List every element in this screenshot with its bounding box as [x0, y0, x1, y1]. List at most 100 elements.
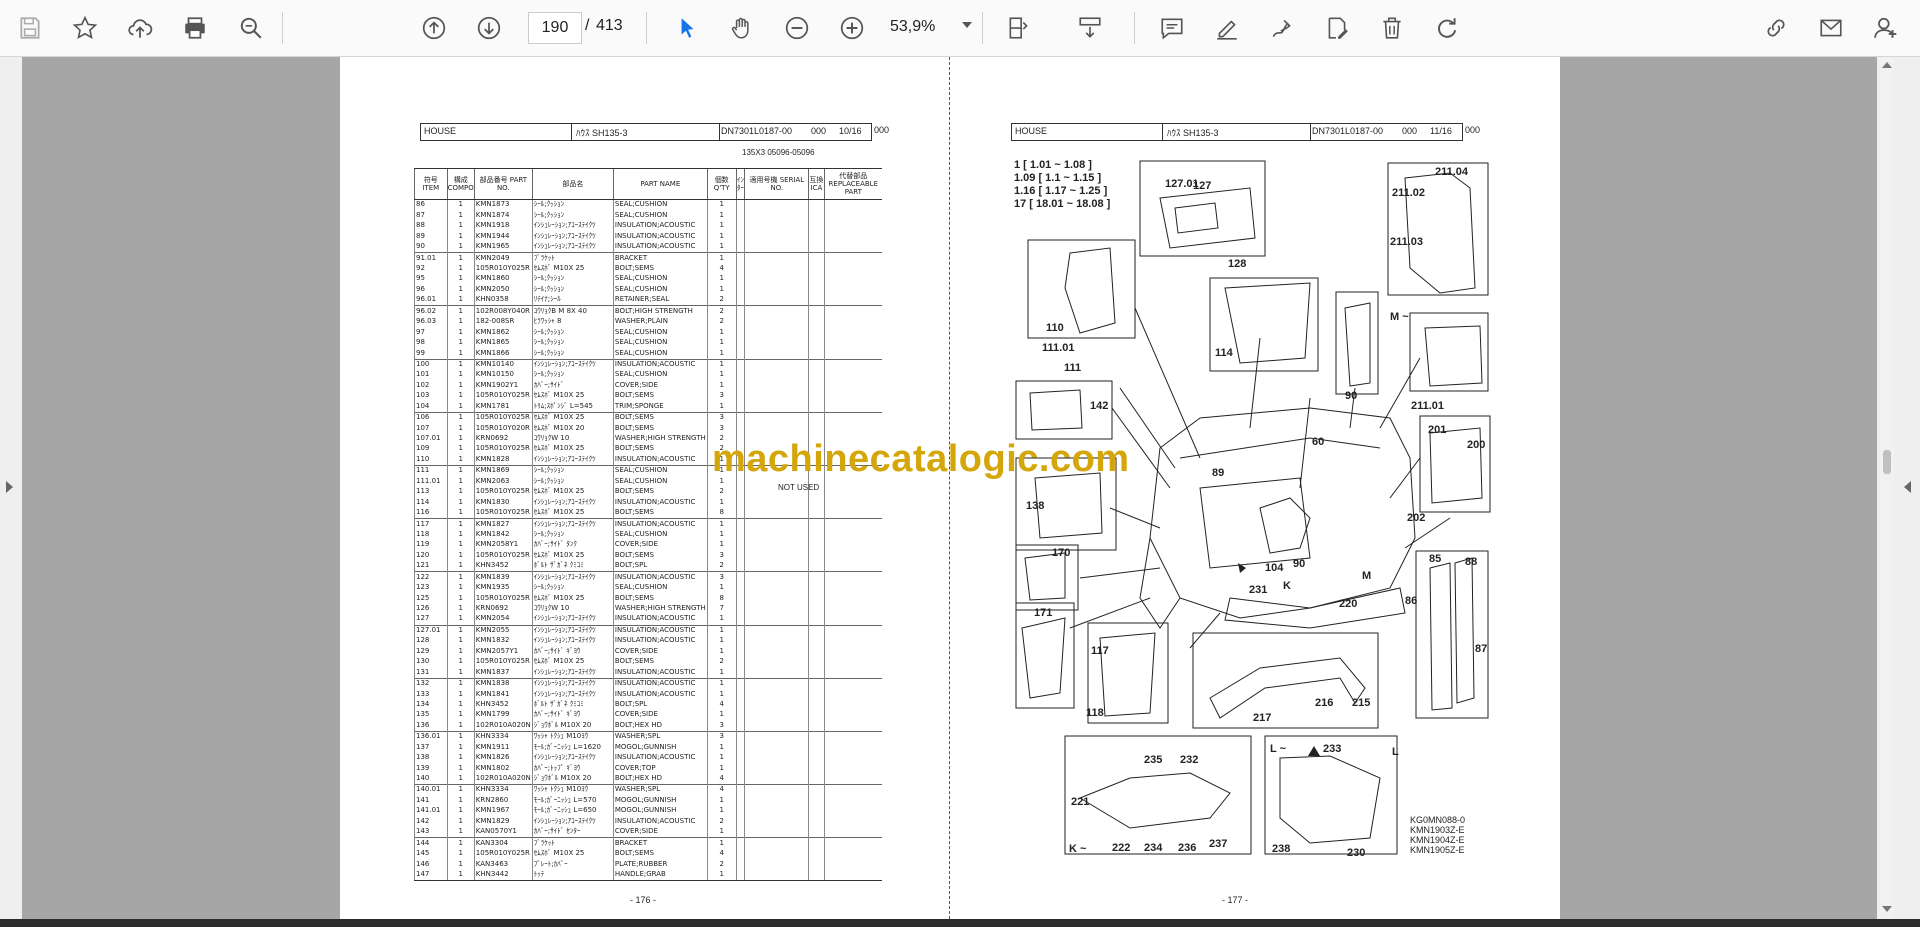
part-code: KMN1905Z-E	[1410, 845, 1465, 855]
table-cell: ﾓｰﾙ;ｶﾞｰﾆｯｼｭ L=650	[531, 805, 614, 817]
table-cell: 147	[414, 869, 448, 881]
add-user-icon[interactable]	[1868, 10, 1904, 46]
expand-right-panel-icon[interactable]	[1904, 481, 1911, 493]
table-cell: 3	[706, 390, 737, 402]
scrollbar-thumb[interactable]	[1883, 450, 1891, 474]
table-cell: ｼｰﾙ;ｸｯｼｮﾝ	[531, 464, 614, 477]
sign-pen-icon[interactable]	[1264, 10, 1300, 46]
scroll-mode-icon[interactable]	[1072, 10, 1108, 46]
share-link-icon[interactable]	[1758, 10, 1794, 46]
table-column-header: 部品名	[531, 168, 614, 200]
diagram-callout: 110	[1046, 322, 1064, 334]
highlight-pen-icon[interactable]	[1209, 10, 1245, 46]
table-cell	[823, 582, 882, 594]
table-row: 102 1 KMN1902Y1 ｶﾊﾞｰ;ｻｲﾄﾞ COVER;SIDE 1	[414, 380, 882, 391]
table-cell	[823, 263, 882, 275]
scroll-down-icon[interactable]	[1882, 906, 1892, 912]
table-cell: KHN3334	[473, 784, 533, 796]
table-cell: 1	[706, 667, 737, 679]
table-cell: KHN3442	[473, 869, 533, 881]
table-cell: WASHER;HIGH STRENGTH	[612, 603, 708, 615]
table-cell: 1	[446, 635, 475, 647]
diagram-callout: K ~	[1069, 843, 1087, 855]
zoom-out-icon[interactable]	[779, 10, 815, 46]
table-cell: KMN1781	[473, 401, 533, 413]
table-cell	[735, 710, 745, 721]
table-cell: 1	[446, 560, 475, 572]
table-cell	[735, 327, 745, 338]
table-cell: KRN0692	[473, 603, 533, 615]
table-cell: 1	[446, 614, 475, 625]
table-cell: 1	[446, 464, 475, 477]
table-column-header: PART NAME	[612, 168, 708, 200]
page-separator: /	[585, 17, 590, 34]
search-zoom-icon[interactable]	[233, 10, 269, 46]
table-row: 96.02 1 102R008Y040R ｺｳﾘｮｸB M 8X 40 BOLT;HIG…	[414, 305, 882, 317]
table-cell	[735, 848, 745, 860]
table-cell: 1	[706, 358, 737, 370]
table-cell: KMN1842	[473, 529, 533, 540]
diagram-callout: 111.01	[1042, 342, 1075, 354]
upload-icon[interactable]	[122, 10, 158, 46]
zoom-in-icon[interactable]	[834, 10, 870, 46]
mail-icon[interactable]	[1813, 10, 1849, 46]
table-cell	[808, 869, 825, 881]
page-total: 413	[596, 17, 623, 34]
diagram-callout: 86	[1405, 595, 1418, 607]
table-row: 136 1 102R010A020N ｼﾞｮｳﾎﾞﾙ M10X 20 BOLT;HEX …	[414, 720, 882, 732]
rotate-icon[interactable]	[1429, 10, 1465, 46]
scroll-up-icon[interactable]	[1882, 62, 1892, 68]
table-cell: KMN1860	[473, 274, 533, 285]
table-cell: 1	[446, 784, 475, 796]
fit-page-icon[interactable]	[1001, 10, 1037, 46]
table-cell: KHN3334	[473, 730, 533, 743]
table-cell: 99	[414, 348, 448, 360]
header-title: ﾊｳｽ SH135-3	[1167, 128, 1219, 138]
table-cell	[744, 614, 809, 625]
table-cell: ｾﾑｽﾎﾞ M10X 25	[531, 486, 614, 498]
delete-icon[interactable]	[1374, 10, 1410, 46]
table-cell: 8	[706, 593, 737, 604]
table-header-row: 符号 ITEM 構成 COMPO 部品番号 PART NO. 部品名 PART NAME…	[414, 168, 882, 200]
table-row: 127.01 1 KMN2055 ｲﾝｼｭﾚｰｼｮﾝ;ｱｺｰｽﾃｲｸﾂ INSULATI…	[414, 624, 882, 636]
table-cell: 1	[446, 476, 475, 487]
table-cell: 92	[414, 263, 448, 275]
table-cell: BRACKET	[612, 252, 708, 264]
table-cell	[823, 401, 882, 413]
table-cell	[735, 689, 745, 700]
previous-page-icon[interactable]	[416, 10, 452, 46]
table-cell: SEAL;CUSHION	[612, 582, 708, 594]
table-cell	[823, 486, 882, 498]
select-cursor-icon[interactable]	[669, 10, 705, 46]
table-cell: 3	[706, 730, 737, 743]
table-cell: 1	[446, 231, 475, 242]
table-cell	[823, 635, 882, 647]
table-cell: 129	[414, 646, 448, 657]
table-row: 97 1 KMN1862 ｼｰﾙ;ｸｯｼｮﾝ SEAL;CUSHION 1	[414, 327, 882, 338]
table-cell	[744, 593, 809, 604]
edit-pdf-icon[interactable]	[1319, 10, 1355, 46]
table-cell	[735, 582, 745, 594]
table-row: 123 1 KMN1935 ｼｰﾙ;ｸｯｼｮﾝ SEAL;CUSHION 1	[414, 582, 882, 594]
vertical-scrollbar[interactable]	[1880, 57, 1894, 919]
next-page-icon[interactable]	[471, 10, 507, 46]
print-icon[interactable]	[177, 10, 213, 46]
hand-pan-icon[interactable]	[724, 10, 760, 46]
table-cell: ｲﾝｼｭﾚｰｼｮﾝ;ｱｺｰｽﾃｲｸﾂ	[531, 497, 614, 508]
diagram-callout: 118	[1086, 707, 1104, 719]
comment-icon[interactable]	[1154, 10, 1190, 46]
table-cell: 1	[446, 689, 475, 700]
table-cell	[808, 220, 825, 232]
chevron-down-icon[interactable]	[962, 22, 972, 28]
table-cell: 1	[706, 869, 737, 881]
page-number-input[interactable]: 190	[528, 12, 582, 44]
expand-left-panel-icon[interactable]	[6, 481, 13, 493]
table-cell	[744, 199, 809, 211]
save-icon[interactable]	[12, 10, 48, 46]
table-cell: 103	[414, 390, 448, 402]
table-cell: MOGOL;GUNNISH	[612, 742, 708, 753]
table-cell: 1	[446, 497, 475, 508]
bookmark-star-icon[interactable]	[67, 10, 103, 46]
table-cell	[735, 274, 745, 285]
table-cell	[823, 805, 882, 817]
